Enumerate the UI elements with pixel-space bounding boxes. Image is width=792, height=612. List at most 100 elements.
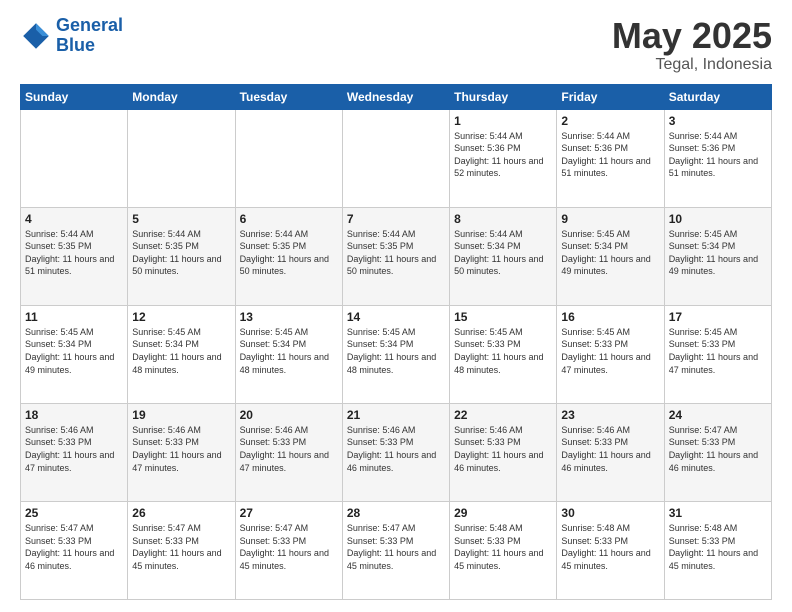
day-info: Sunrise: 5:47 AMSunset: 5:33 PMDaylight:… <box>669 425 758 473</box>
calendar-cell: 26 Sunrise: 5:47 AMSunset: 5:33 PMDaylig… <box>128 501 235 599</box>
calendar-cell: 9 Sunrise: 5:45 AMSunset: 5:34 PMDayligh… <box>557 207 664 305</box>
header: General Blue May 2025 Tegal, Indonesia <box>20 16 772 74</box>
day-number: 17 <box>669 310 767 324</box>
calendar-cell: 6 Sunrise: 5:44 AMSunset: 5:35 PMDayligh… <box>235 207 342 305</box>
day-info: Sunrise: 5:46 AMSunset: 5:33 PMDaylight:… <box>240 425 329 473</box>
day-info: Sunrise: 5:44 AMSunset: 5:35 PMDaylight:… <box>132 229 221 277</box>
calendar-cell: 4 Sunrise: 5:44 AMSunset: 5:35 PMDayligh… <box>21 207 128 305</box>
calendar-cell <box>128 109 235 207</box>
day-header-sunday: Sunday <box>21 84 128 109</box>
day-number: 23 <box>561 408 659 422</box>
calendar-cell: 21 Sunrise: 5:46 AMSunset: 5:33 PMDaylig… <box>342 403 449 501</box>
day-number: 5 <box>132 212 230 226</box>
calendar-cell: 13 Sunrise: 5:45 AMSunset: 5:34 PMDaylig… <box>235 305 342 403</box>
day-header-thursday: Thursday <box>450 84 557 109</box>
day-info: Sunrise: 5:48 AMSunset: 5:33 PMDaylight:… <box>669 523 758 571</box>
day-info: Sunrise: 5:47 AMSunset: 5:33 PMDaylight:… <box>25 523 114 571</box>
day-number: 30 <box>561 506 659 520</box>
day-number: 20 <box>240 408 338 422</box>
day-info: Sunrise: 5:44 AMSunset: 5:36 PMDaylight:… <box>561 131 650 179</box>
day-header-wednesday: Wednesday <box>342 84 449 109</box>
day-info: Sunrise: 5:45 AMSunset: 5:34 PMDaylight:… <box>669 229 758 277</box>
day-number: 31 <box>669 506 767 520</box>
title-block: May 2025 Tegal, Indonesia <box>612 16 772 74</box>
calendar-cell: 20 Sunrise: 5:46 AMSunset: 5:33 PMDaylig… <box>235 403 342 501</box>
day-number: 25 <box>25 506 123 520</box>
day-info: Sunrise: 5:46 AMSunset: 5:33 PMDaylight:… <box>561 425 650 473</box>
calendar-cell: 7 Sunrise: 5:44 AMSunset: 5:35 PMDayligh… <box>342 207 449 305</box>
logo-text: General Blue <box>56 16 123 56</box>
day-number: 27 <box>240 506 338 520</box>
calendar-cell: 3 Sunrise: 5:44 AMSunset: 5:36 PMDayligh… <box>664 109 771 207</box>
logo-icon <box>20 20 52 52</box>
day-header-saturday: Saturday <box>664 84 771 109</box>
day-info: Sunrise: 5:45 AMSunset: 5:33 PMDaylight:… <box>561 327 650 375</box>
month-title: May 2025 <box>612 16 772 56</box>
day-header-tuesday: Tuesday <box>235 84 342 109</box>
calendar-cell: 11 Sunrise: 5:45 AMSunset: 5:34 PMDaylig… <box>21 305 128 403</box>
day-number: 4 <box>25 212 123 226</box>
day-info: Sunrise: 5:44 AMSunset: 5:35 PMDaylight:… <box>25 229 114 277</box>
day-info: Sunrise: 5:47 AMSunset: 5:33 PMDaylight:… <box>132 523 221 571</box>
day-number: 10 <box>669 212 767 226</box>
day-info: Sunrise: 5:45 AMSunset: 5:34 PMDaylight:… <box>132 327 221 375</box>
calendar-cell: 23 Sunrise: 5:46 AMSunset: 5:33 PMDaylig… <box>557 403 664 501</box>
logo-line2: Blue <box>56 35 95 55</box>
day-info: Sunrise: 5:45 AMSunset: 5:33 PMDaylight:… <box>454 327 543 375</box>
calendar-cell: 31 Sunrise: 5:48 AMSunset: 5:33 PMDaylig… <box>664 501 771 599</box>
day-number: 15 <box>454 310 552 324</box>
day-number: 8 <box>454 212 552 226</box>
day-info: Sunrise: 5:46 AMSunset: 5:33 PMDaylight:… <box>25 425 114 473</box>
logo-line1: General <box>56 15 123 35</box>
day-info: Sunrise: 5:44 AMSunset: 5:36 PMDaylight:… <box>454 131 543 179</box>
day-info: Sunrise: 5:45 AMSunset: 5:34 PMDaylight:… <box>347 327 436 375</box>
calendar-week-row: 4 Sunrise: 5:44 AMSunset: 5:35 PMDayligh… <box>21 207 772 305</box>
calendar-cell: 12 Sunrise: 5:45 AMSunset: 5:34 PMDaylig… <box>128 305 235 403</box>
day-info: Sunrise: 5:48 AMSunset: 5:33 PMDaylight:… <box>454 523 543 571</box>
day-header-monday: Monday <box>128 84 235 109</box>
day-number: 26 <box>132 506 230 520</box>
day-info: Sunrise: 5:46 AMSunset: 5:33 PMDaylight:… <box>454 425 543 473</box>
calendar-cell: 30 Sunrise: 5:48 AMSunset: 5:33 PMDaylig… <box>557 501 664 599</box>
calendar-week-row: 11 Sunrise: 5:45 AMSunset: 5:34 PMDaylig… <box>21 305 772 403</box>
calendar-cell: 16 Sunrise: 5:45 AMSunset: 5:33 PMDaylig… <box>557 305 664 403</box>
day-number: 21 <box>347 408 445 422</box>
day-number: 12 <box>132 310 230 324</box>
day-number: 3 <box>669 114 767 128</box>
day-number: 16 <box>561 310 659 324</box>
calendar-cell: 17 Sunrise: 5:45 AMSunset: 5:33 PMDaylig… <box>664 305 771 403</box>
calendar-cell: 25 Sunrise: 5:47 AMSunset: 5:33 PMDaylig… <box>21 501 128 599</box>
day-number: 9 <box>561 212 659 226</box>
calendar-cell: 28 Sunrise: 5:47 AMSunset: 5:33 PMDaylig… <box>342 501 449 599</box>
day-number: 1 <box>454 114 552 128</box>
day-number: 6 <box>240 212 338 226</box>
day-info: Sunrise: 5:46 AMSunset: 5:33 PMDaylight:… <box>347 425 436 473</box>
calendar-header-row: SundayMondayTuesdayWednesdayThursdayFrid… <box>21 84 772 109</box>
day-info: Sunrise: 5:44 AMSunset: 5:34 PMDaylight:… <box>454 229 543 277</box>
day-info: Sunrise: 5:47 AMSunset: 5:33 PMDaylight:… <box>240 523 329 571</box>
day-info: Sunrise: 5:45 AMSunset: 5:34 PMDaylight:… <box>25 327 114 375</box>
calendar-week-row: 18 Sunrise: 5:46 AMSunset: 5:33 PMDaylig… <box>21 403 772 501</box>
day-info: Sunrise: 5:45 AMSunset: 5:33 PMDaylight:… <box>669 327 758 375</box>
calendar-week-row: 25 Sunrise: 5:47 AMSunset: 5:33 PMDaylig… <box>21 501 772 599</box>
day-number: 2 <box>561 114 659 128</box>
calendar-cell: 5 Sunrise: 5:44 AMSunset: 5:35 PMDayligh… <box>128 207 235 305</box>
location: Tegal, Indonesia <box>612 56 772 74</box>
calendar-cell: 29 Sunrise: 5:48 AMSunset: 5:33 PMDaylig… <box>450 501 557 599</box>
calendar-cell: 19 Sunrise: 5:46 AMSunset: 5:33 PMDaylig… <box>128 403 235 501</box>
logo: General Blue <box>20 16 123 56</box>
calendar-cell: 8 Sunrise: 5:44 AMSunset: 5:34 PMDayligh… <box>450 207 557 305</box>
day-number: 28 <box>347 506 445 520</box>
calendar-table: SundayMondayTuesdayWednesdayThursdayFrid… <box>20 84 772 600</box>
day-info: Sunrise: 5:44 AMSunset: 5:36 PMDaylight:… <box>669 131 758 179</box>
day-number: 14 <box>347 310 445 324</box>
day-number: 19 <box>132 408 230 422</box>
calendar-cell: 2 Sunrise: 5:44 AMSunset: 5:36 PMDayligh… <box>557 109 664 207</box>
calendar-cell: 18 Sunrise: 5:46 AMSunset: 5:33 PMDaylig… <box>21 403 128 501</box>
day-info: Sunrise: 5:47 AMSunset: 5:33 PMDaylight:… <box>347 523 436 571</box>
day-info: Sunrise: 5:45 AMSunset: 5:34 PMDaylight:… <box>561 229 650 277</box>
day-header-friday: Friday <box>557 84 664 109</box>
calendar-cell: 10 Sunrise: 5:45 AMSunset: 5:34 PMDaylig… <box>664 207 771 305</box>
calendar-cell: 27 Sunrise: 5:47 AMSunset: 5:33 PMDaylig… <box>235 501 342 599</box>
day-number: 11 <box>25 310 123 324</box>
